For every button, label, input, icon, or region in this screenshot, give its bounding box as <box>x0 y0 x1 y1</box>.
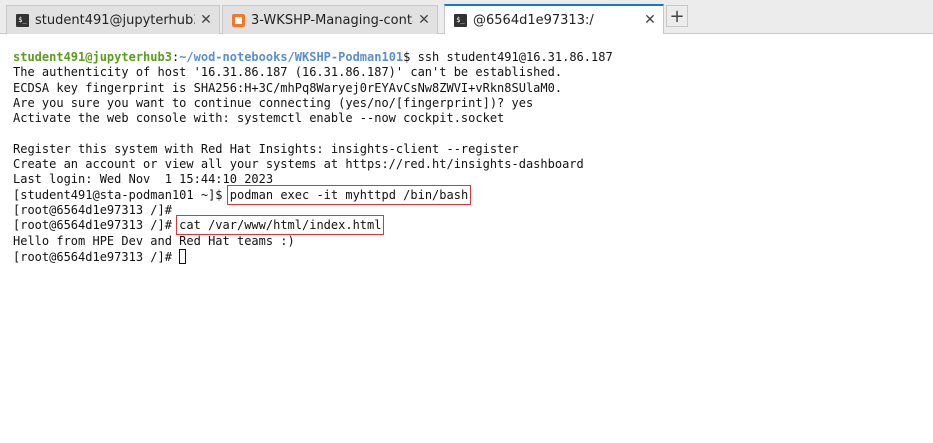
terminal-line: [root@6564d1e97313 /]# cat /var/www/html… <box>13 215 933 236</box>
terminal-icon: $_ <box>16 13 29 27</box>
notebook-icon <box>232 13 245 27</box>
terminal-line: student491@jupyterhub3:~/wod-notebooks/W… <box>13 50 933 65</box>
terminal-line: [root@6564d1e97313 /]# <box>13 202 172 217</box>
terminal-line: The authenticity of host '16.31.86.187 (… <box>13 65 563 80</box>
tab-terminal-jupyterhub[interactable]: $_ student491@jupyterhub3: ~/ ✕ <box>6 5 220 34</box>
terminal-line: [student491@sta-podman101 ~]$ podman exe… <box>13 184 933 205</box>
terminal-line: Hello from HPE Dev and Red Hat teams :) <box>13 233 295 248</box>
terminal-line: Create an account or view all your syste… <box>13 157 584 172</box>
tab-title: student491@jupyterhub3: ~/ <box>35 12 195 28</box>
terminal-line: [root@6564d1e97313 /]# <box>13 248 933 264</box>
terminal-output[interactable]: student491@jupyterhub3:~/wod-notebooks/W… <box>0 34 933 443</box>
tab-terminal-container[interactable]: $_ @6564d1e97313:/ ✕ <box>444 4 664 34</box>
tab-title: @6564d1e97313:/ <box>473 12 594 28</box>
highlighted-command: podman exec -it myhttpd /bin/bash <box>226 184 472 205</box>
terminal-line: Activate the web console with: systemctl… <box>13 111 505 126</box>
highlighted-command: cat /var/www/html/index.html <box>176 215 385 236</box>
command-text: $ ssh student491@16.31.86.187 <box>403 50 613 64</box>
terminal-line: Are you sure you want to continue connec… <box>13 95 534 110</box>
terminal-line: Last login: Wed Nov 1 15:44:10 2023 <box>13 172 274 187</box>
prompt-user: student491@jupyterhub3 <box>13 50 172 64</box>
add-tab-button[interactable]: + <box>666 5 688 27</box>
tab-bar: $_ student491@jupyterhub3: ~/ ✕ 3-WKSHP-… <box>0 0 933 34</box>
shell-prompt: [root@6564d1e97313 /]# <box>13 249 180 264</box>
terminal-cursor[interactable] <box>179 248 187 264</box>
terminal-line: ECDSA key fingerprint is SHA256:H+3C/mhP… <box>13 80 563 95</box>
terminal-line: Register this system with Red Hat Insigh… <box>13 141 519 156</box>
close-icon[interactable]: ✕ <box>417 12 431 28</box>
close-icon[interactable]: ✕ <box>643 12 657 28</box>
tab-notebook[interactable]: 3-WKSHP-Managing-contair ✕ <box>222 5 438 34</box>
tab-title: 3-WKSHP-Managing-contair <box>251 12 413 28</box>
close-icon[interactable]: ✕ <box>199 12 213 28</box>
shell-prompt: [root@6564d1e97313 /]# <box>13 218 180 233</box>
terminal-icon: $_ <box>454 13 467 27</box>
prompt-path: ~/wod-notebooks/WKSHP-Podman101 <box>179 50 404 64</box>
shell-prompt: [student491@sta-podman101 ~]$ <box>13 187 230 202</box>
